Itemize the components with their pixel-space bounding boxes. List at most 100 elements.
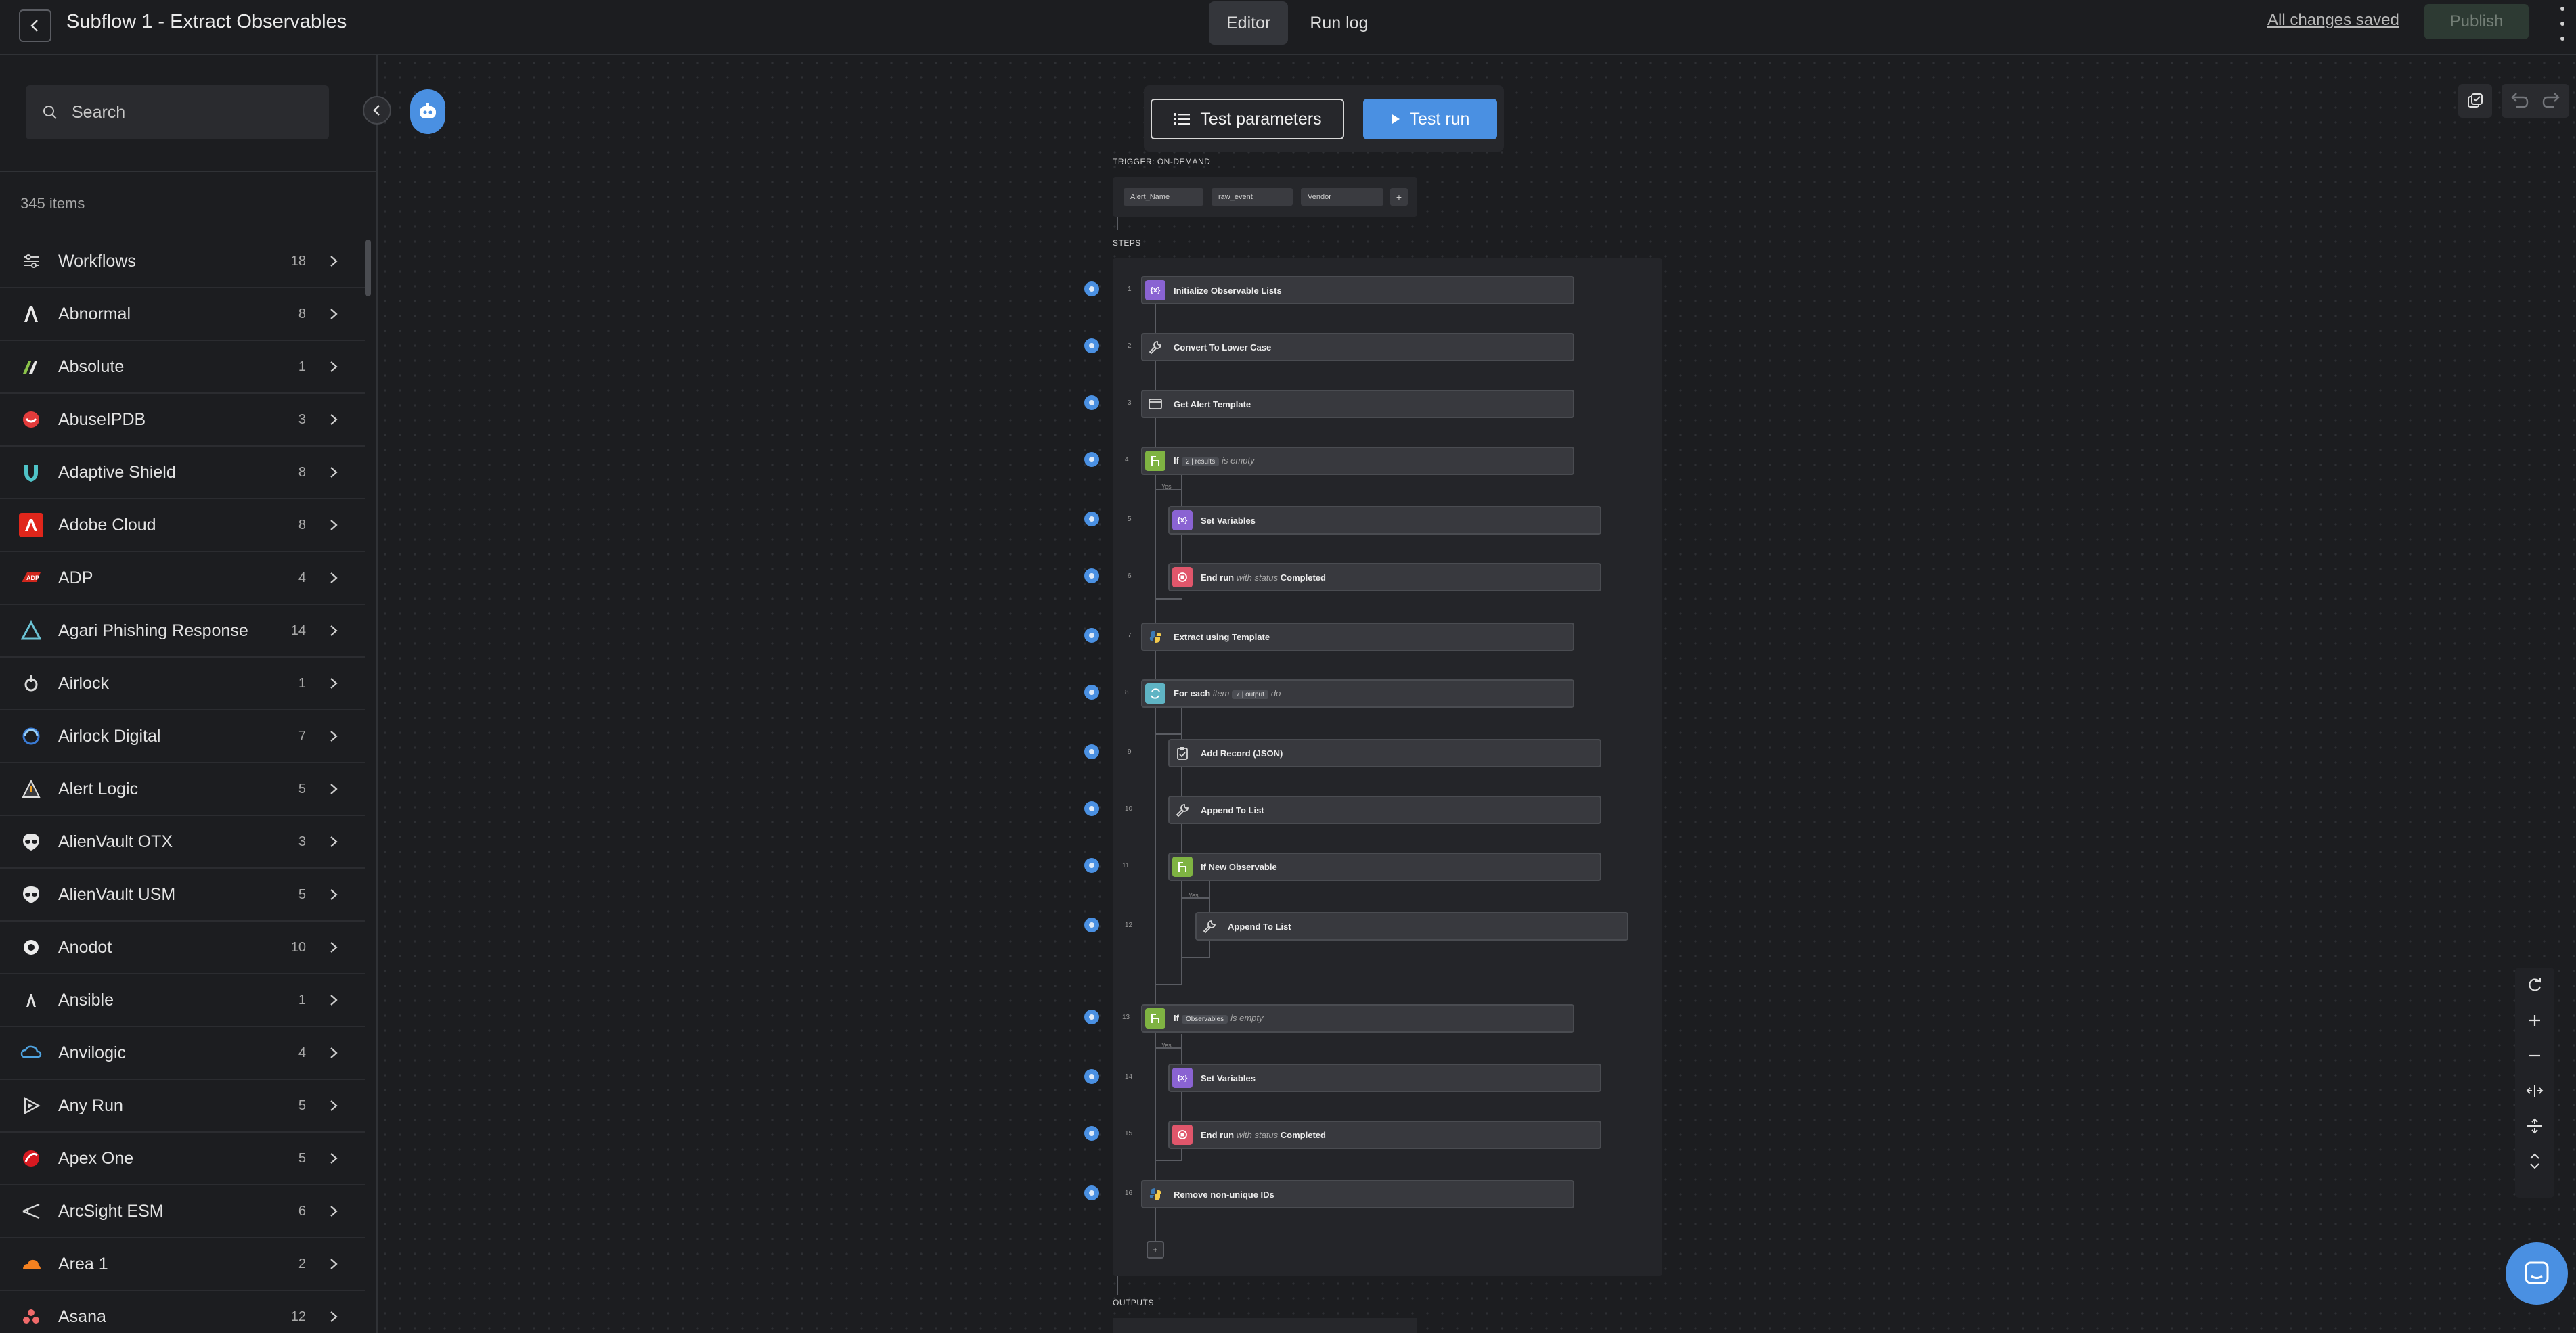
reset-view-button[interactable] [2515, 968, 2554, 1003]
list-item-apex-one[interactable]: Apex One 5 [0, 1133, 365, 1185]
list-item-absolute[interactable]: Absolute 1 [0, 341, 365, 394]
add-step-button[interactable] [1084, 628, 1099, 643]
step-append-to-list-nested[interactable]: Append To List [1195, 912, 1628, 941]
item-count: 7 [298, 728, 306, 744]
list-item-agari-phishing-response[interactable]: Agari Phishing Response 14 [0, 605, 365, 658]
step-get-alert-template[interactable]: Get Alert Template [1141, 390, 1574, 418]
step-extract-using-template[interactable]: Extract using Template [1141, 623, 1574, 651]
add-step-button[interactable] [1084, 395, 1099, 410]
step-number: 13 [1122, 1014, 1130, 1021]
chat-support-button[interactable] [2506, 1242, 2568, 1305]
step-end-run[interactable]: End run with status Completed [1168, 563, 1601, 591]
sidebar-scrollbar[interactable] [365, 240, 371, 296]
step-for-each[interactable]: For each item 7 | output do [1141, 679, 1574, 708]
add-step-button[interactable] [1084, 685, 1099, 700]
connector-line [1155, 303, 1156, 1246]
step-set-variables[interactable]: {x} Set Variables [1168, 506, 1601, 535]
step-if-new-observable[interactable]: If New Observable [1168, 853, 1601, 881]
back-button[interactable] [19, 9, 51, 42]
list-item-abnormal[interactable]: Abnormal 8 [0, 288, 365, 341]
add-step-button[interactable] [1084, 744, 1099, 759]
list-item-arcsight-esm[interactable]: ArcSight ESM 6 [0, 1185, 365, 1238]
item-count: 1 [298, 359, 306, 374]
loop-icon [1145, 683, 1165, 704]
publish-button[interactable]: Publish [2424, 4, 2529, 39]
list-item-area-1[interactable]: Area 1 2 [0, 1238, 365, 1291]
tab-editor[interactable]: Editor [1209, 1, 1289, 45]
add-step-button[interactable] [1084, 512, 1099, 526]
tab-run-log[interactable]: Run log [1292, 1, 1385, 45]
add-param-button[interactable]: + [1390, 188, 1408, 206]
list-item-ansible[interactable]: Ansible 1 [0, 974, 365, 1027]
adaptive-shield-logo-icon [19, 460, 43, 484]
step-append-to-list[interactable]: Append To List [1168, 796, 1601, 824]
python-icon [1145, 627, 1165, 647]
add-step-button[interactable] [1084, 858, 1099, 873]
step-remove-non-unique-ids[interactable]: Remove non-unique IDs [1141, 1180, 1574, 1208]
expand-collapse-button[interactable] [2515, 1144, 2554, 1179]
list-item-abuseipdb[interactable]: AbuseIPDB 3 [0, 394, 365, 447]
add-step-button[interactable] [1084, 1185, 1099, 1200]
branch-yes-label: Yes [1161, 1042, 1172, 1049]
list-item-airlock-digital[interactable]: Airlock Digital 7 [0, 710, 365, 763]
test-run-button[interactable]: Test run [1363, 99, 1497, 139]
step-end-run-2[interactable]: End run with status Completed [1168, 1121, 1601, 1149]
select-mode-button[interactable] [2458, 84, 2492, 118]
collapse-sidebar-button[interactable] [363, 96, 391, 125]
undo-icon[interactable] [2508, 92, 2529, 110]
adp-logo-icon: ADP [19, 566, 43, 590]
search-input[interactable] [70, 101, 317, 123]
add-step-button[interactable] [1084, 1069, 1099, 1084]
divider [0, 171, 376, 172]
step-convert-to-lower-case[interactable]: Convert To Lower Case [1141, 333, 1574, 361]
list-item-workflows[interactable]: Workflows 18 [0, 235, 365, 288]
add-step-button[interactable] [1084, 918, 1099, 932]
trigger-param[interactable]: Alert_Name [1124, 188, 1203, 206]
list-item-airlock[interactable]: Airlock 1 [0, 658, 365, 710]
list-item-alert-logic[interactable]: Alert Logic 5 [0, 763, 365, 816]
step-if-results-empty[interactable]: If 2 | results is empty [1141, 447, 1574, 475]
chevron-right-icon [330, 1206, 338, 1217]
add-step-button[interactable] [1084, 1126, 1099, 1141]
trigger-param[interactable]: raw_event [1212, 188, 1293, 206]
zoom-in-button[interactable] [2515, 1003, 2554, 1038]
list-item-adaptive-shield[interactable]: Adaptive Shield 8 [0, 447, 365, 499]
add-final-step-button[interactable]: + [1147, 1241, 1164, 1259]
step-label: Initialize Observable Lists [1174, 285, 1282, 296]
step-number: 16 [1125, 1190, 1133, 1197]
save-status-link[interactable]: All changes saved [2267, 11, 2399, 30]
step-initialize-observable-lists[interactable]: {x} Initialize Observable Lists [1141, 276, 1574, 304]
fit-width-button[interactable] [2515, 1073, 2554, 1108]
add-step-button[interactable] [1084, 801, 1099, 816]
item-name: Adobe Cloud [58, 515, 156, 535]
add-step-button[interactable] [1084, 568, 1099, 583]
more-options-icon[interactable] [2556, 7, 2569, 41]
zoom-out-button[interactable] [2515, 1038, 2554, 1073]
list-item-alienvault-usm[interactable]: AlienVault USM 5 [0, 869, 365, 922]
copilot-button[interactable] [410, 89, 445, 134]
item-name: Asana [58, 1307, 106, 1326]
fit-height-button[interactable] [2515, 1108, 2554, 1144]
list-item-alienvault-otx[interactable]: AlienVault OTX 3 [0, 816, 365, 869]
item-name: Airlock [58, 673, 110, 693]
item-name: Adaptive Shield [58, 462, 176, 482]
add-step-button[interactable] [1084, 281, 1099, 296]
test-parameters-button[interactable]: Test parameters [1151, 99, 1344, 139]
list-item-asana[interactable]: Asana 12 [0, 1291, 365, 1333]
list-item-adp[interactable]: ADP ADP 4 [0, 552, 365, 605]
step-add-record-json[interactable]: Add Record (JSON) [1168, 739, 1601, 767]
connector-line [1155, 598, 1182, 600]
redo-icon[interactable] [2542, 92, 2562, 110]
step-set-variables-2[interactable]: {x} Set Variables [1168, 1064, 1601, 1092]
add-step-button[interactable] [1084, 1010, 1099, 1024]
list-item-anodot[interactable]: Anodot 10 [0, 922, 365, 974]
list-item-any-run[interactable]: Any Run 5 [0, 1080, 365, 1133]
trigger-param[interactable]: Vendor [1301, 188, 1383, 206]
step-if-observables-empty[interactable]: If Observables is empty [1141, 1004, 1574, 1033]
item-count: 5 [298, 1098, 306, 1113]
item-count: 5 [298, 781, 306, 796]
list-item-adobe-cloud[interactable]: Adobe Cloud 8 [0, 499, 365, 552]
add-step-button[interactable] [1084, 452, 1099, 467]
add-step-button[interactable] [1084, 338, 1099, 353]
list-item-anvilogic[interactable]: Anvilogic 4 [0, 1027, 365, 1080]
